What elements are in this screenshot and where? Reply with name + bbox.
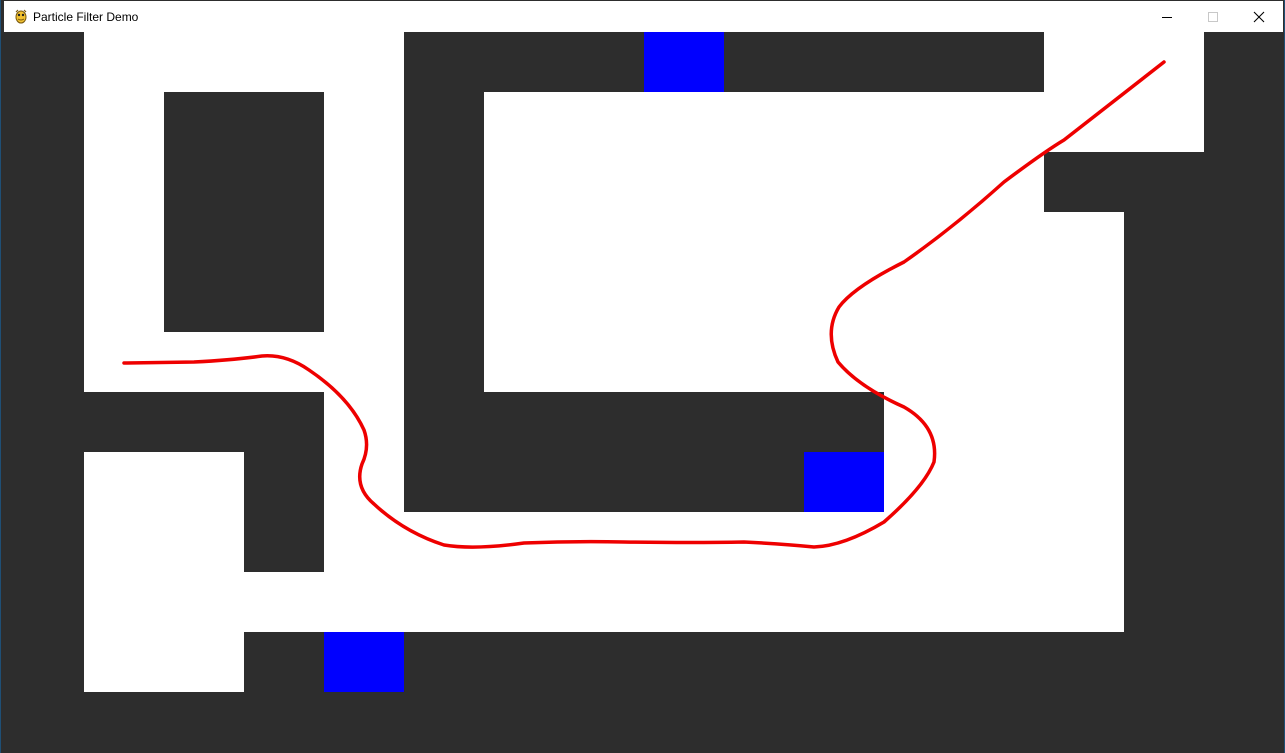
floor-cell <box>884 392 1124 632</box>
close-button[interactable] <box>1236 1 1282 32</box>
minimize-icon <box>1162 16 1172 18</box>
wall-block <box>164 92 324 332</box>
beacon-marker <box>324 632 404 692</box>
floor-cell <box>484 92 1124 392</box>
floor-cell <box>84 452 244 692</box>
title-bar[interactable]: Particle Filter Demo <box>4 1 1283 32</box>
beacon-marker <box>804 452 884 512</box>
wall-block <box>1044 152 1124 212</box>
floor-cell <box>244 572 404 632</box>
app-window: Particle Filter Demo <box>0 0 1285 753</box>
maximize-button[interactable] <box>1190 1 1236 32</box>
maximize-icon <box>1208 11 1218 22</box>
floor-cell <box>404 512 884 632</box>
minimize-button[interactable] <box>1144 1 1190 32</box>
maze-map <box>84 32 1204 692</box>
simulation-canvas[interactable] <box>4 32 1283 753</box>
beacon-marker <box>644 32 724 92</box>
close-icon <box>1253 11 1265 22</box>
pygame-snake-icon <box>15 9 27 24</box>
window-title: Particle Filter Demo <box>33 10 139 24</box>
